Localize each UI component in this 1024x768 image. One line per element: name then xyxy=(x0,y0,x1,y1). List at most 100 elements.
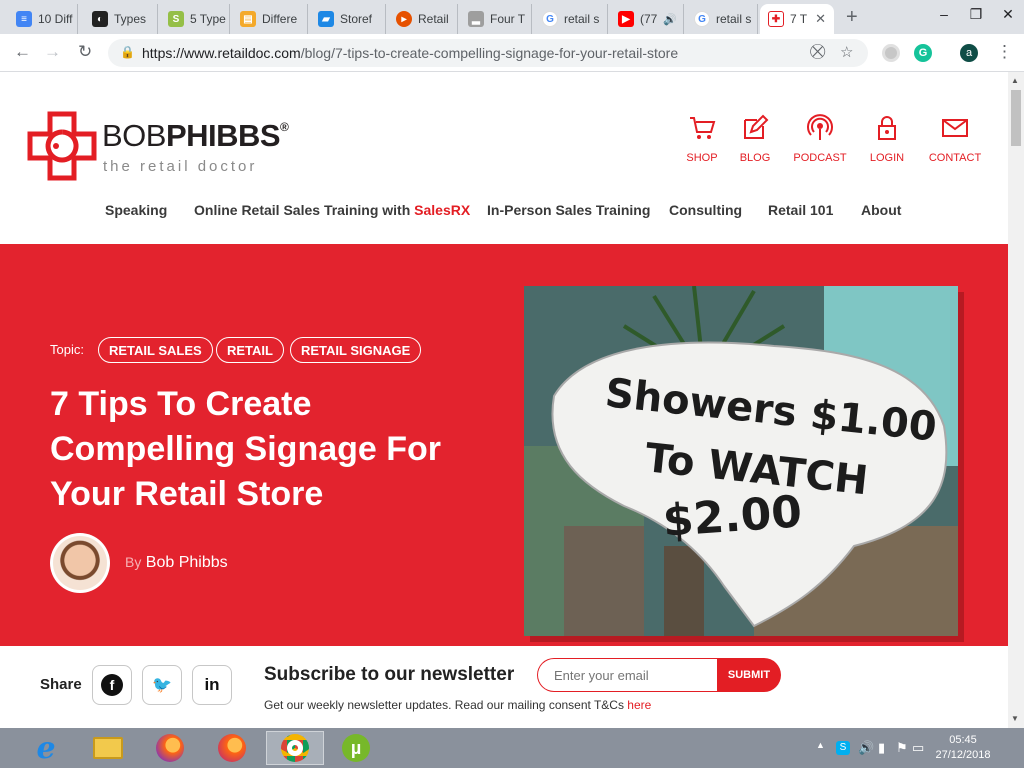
util-nav-contact[interactable]: CONTACT xyxy=(924,114,986,164)
scroll-down-arrow-icon[interactable]: ▼ xyxy=(1011,714,1019,723)
page-scrollbar[interactable]: ▲ ▼ xyxy=(1008,72,1024,728)
utorrent-icon: µ xyxy=(342,734,370,762)
display-icon[interactable]: ▭ xyxy=(912,740,924,756)
youtube-icon: ▶ xyxy=(618,11,634,27)
browser-tab[interactable]: G retail s xyxy=(534,4,608,34)
taskbar-clock[interactable]: 05:45 27/12/2018 xyxy=(935,733,991,763)
firefox-taskbar-button[interactable] xyxy=(142,731,198,765)
scroll-up-arrow-icon[interactable]: ▲ xyxy=(1011,76,1019,85)
file-explorer-taskbar-button[interactable] xyxy=(80,731,136,765)
browser-tab[interactable]: ≡ 10 Diff xyxy=(8,4,78,34)
salesrx-label: SalesRX xyxy=(414,202,471,218)
browser-tab[interactable]: ▶ (77 🔊 xyxy=(610,4,684,34)
nav-in-person-training[interactable]: In-Person Sales Training xyxy=(487,202,650,218)
menu-kebab-icon[interactable]: ⋮ xyxy=(996,42,1013,62)
extension-icon[interactable] xyxy=(882,44,900,62)
folder-icon xyxy=(93,737,123,759)
restore-button[interactable]: ❐ xyxy=(960,0,992,30)
newsletter-consent-link[interactable]: here xyxy=(627,698,651,712)
browser-toolbar: ← → ↻ 🔒 https://www.retaildoc.com/blog/7… xyxy=(0,34,1024,72)
topic-pill[interactable]: RETAIL xyxy=(216,337,284,363)
flag-icon[interactable]: ⚑ xyxy=(896,740,908,756)
network-icon[interactable]: ▮ xyxy=(878,740,885,756)
browser-tab[interactable]: ◐ Types xyxy=(84,4,158,34)
firefox-taskbar-button-2[interactable] xyxy=(204,731,260,765)
util-nav-label: CONTACT xyxy=(928,152,982,164)
storefront-icon: ▰ xyxy=(318,11,334,27)
reload-icon[interactable]: ↻ xyxy=(78,42,92,62)
twitter-icon: 🐦 xyxy=(152,677,172,694)
volume-icon[interactable]: 🔊 xyxy=(858,740,874,756)
close-window-button[interactable]: ✕ xyxy=(992,0,1024,30)
hero-image: Showers $1.00 To WATCH $2.00 xyxy=(524,286,958,636)
forward-arrow-icon[interactable]: → xyxy=(44,42,61,62)
chrome-taskbar-button[interactable] xyxy=(266,731,324,765)
hero-image-art: Showers $1.00 To WATCH $2.00 xyxy=(524,286,958,636)
site-logo[interactable]: BOBPHIBBS ® the retail doctor xyxy=(26,110,296,182)
newsletter-submit-button[interactable]: SUBMIT xyxy=(717,658,781,692)
share-newsletter-bar: Share f 🐦 in Subscribe to our newsletter… xyxy=(0,646,1008,728)
lock-icon: 🔒 xyxy=(120,45,135,59)
topic-pill[interactable]: RETAIL SALES xyxy=(98,337,213,363)
back-arrow-icon[interactable]: ← xyxy=(14,42,31,62)
tab-close-icon[interactable]: ✕ xyxy=(815,11,826,27)
browser-tab[interactable]: S 5 Type xyxy=(160,4,230,34)
browser-tab[interactable]: ▸ Retail xyxy=(388,4,458,34)
grammarly-icon[interactable]: G xyxy=(914,44,932,62)
nav-about[interactable]: About xyxy=(861,202,901,218)
nav-online-training-label: Online Retail Sales Training with xyxy=(194,202,415,218)
facebook-share-button[interactable]: f xyxy=(92,665,132,705)
tab-title: Types xyxy=(114,12,147,26)
facebook-icon: f xyxy=(101,674,123,696)
browser-tab-strip: ≡ 10 Diff ◐ Types S 5 Type ▤ Differe ▰ S… xyxy=(0,0,1024,34)
new-tab-button[interactable]: + xyxy=(846,6,858,29)
envelope-icon xyxy=(942,119,968,137)
article-title: 7 Tips To Create Compelling Signage For … xyxy=(50,385,442,513)
topic-pill[interactable]: RETAIL SIGNAGE xyxy=(290,337,422,363)
url-text[interactable]: https://www.retaildoc.com/blog/7-tips-to… xyxy=(142,45,678,61)
linkedin-share-button[interactable]: in xyxy=(192,665,232,705)
logo-brand-light: BOB xyxy=(102,118,166,153)
minimize-button[interactable]: – xyxy=(928,0,960,30)
nav-speaking[interactable]: Speaking xyxy=(105,202,167,218)
newsletter-email-input[interactable] xyxy=(537,658,719,692)
browser-tab-active[interactable]: ✚ 7 T ✕ xyxy=(760,4,834,34)
tab-title: retail s xyxy=(716,12,752,26)
url-path: /blog/7-tips-to-create-compelling-signag… xyxy=(300,45,679,61)
bookmark-star-icon[interactable]: ☆ xyxy=(840,43,853,61)
utorrent-taskbar-button[interactable]: µ xyxy=(328,731,384,765)
util-nav-podcast[interactable]: PODCAST xyxy=(790,114,850,164)
util-nav-shop[interactable]: SHOP xyxy=(682,114,722,164)
browser-tab[interactable]: ▂ Four T xyxy=(460,4,532,34)
skype-icon[interactable]: S xyxy=(836,741,850,755)
util-nav-blog[interactable]: BLOG xyxy=(735,114,775,164)
author-name[interactable]: Bob Phibbs xyxy=(146,554,228,571)
shopify-icon: S xyxy=(168,11,184,27)
tab-title: 10 Diff xyxy=(38,12,73,26)
address-bar[interactable]: 🔒 https://www.retaildoc.com/blog/7-tips-… xyxy=(108,39,868,67)
site-info-icon[interactable]: ⛒ xyxy=(810,43,825,60)
types-icon: ◐ xyxy=(92,11,108,27)
profile-avatar[interactable]: a xyxy=(960,44,978,62)
tab-title: (77 xyxy=(640,12,658,26)
scrollbar-thumb[interactable] xyxy=(1011,90,1021,146)
tray-expand-icon[interactable]: ▲ xyxy=(816,740,825,750)
internet-explorer-taskbar-button[interactable]: e xyxy=(18,730,74,766)
internet-explorer-icon: e xyxy=(36,730,56,766)
firefox-icon xyxy=(218,734,246,762)
logo-brand-bold: PHIBBS xyxy=(165,118,281,153)
util-nav-label: BLOG xyxy=(739,152,771,164)
lock-icon xyxy=(878,116,896,140)
author-photo xyxy=(53,536,107,590)
nav-online-training[interactable]: Online Retail Sales Training with SalesR… xyxy=(194,202,470,218)
twitter-share-button[interactable]: 🐦 xyxy=(142,665,182,705)
util-nav-login[interactable]: LOGIN xyxy=(864,114,910,164)
author-avatar[interactable] xyxy=(50,533,110,593)
nav-consulting[interactable]: Consulting xyxy=(669,202,742,218)
tab-title: Storef xyxy=(340,12,373,26)
browser-tab[interactable]: ▰ Storef xyxy=(310,4,386,34)
nav-retail-101[interactable]: Retail 101 xyxy=(768,202,833,218)
tab-title: retail s xyxy=(564,12,600,26)
browser-tab[interactable]: ▤ Differe xyxy=(232,4,308,34)
browser-tab[interactable]: G retail s xyxy=(686,4,758,34)
